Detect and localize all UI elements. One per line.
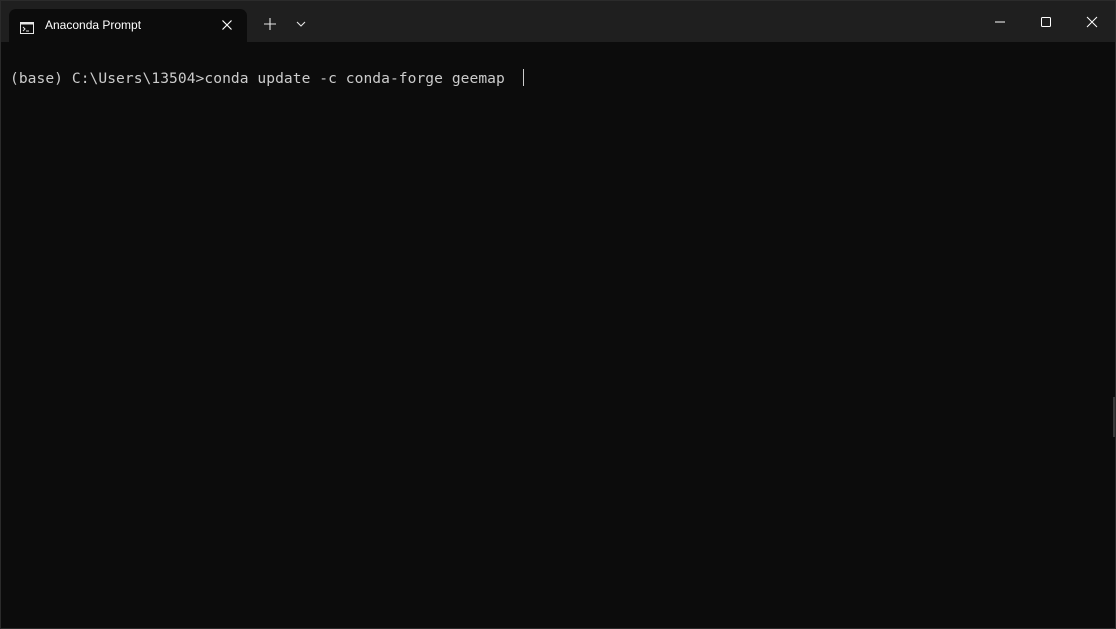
tab-anaconda-prompt[interactable]: Anaconda Prompt xyxy=(9,9,247,42)
command-line: (base) C:\Users\13504>conda update -c co… xyxy=(10,69,525,87)
new-tab-button[interactable] xyxy=(261,15,279,33)
terminal-area[interactable]: (base) C:\Users\13504>conda update -c co… xyxy=(1,42,1115,628)
terminal-icon xyxy=(20,19,34,34)
close-button[interactable] xyxy=(1069,1,1115,42)
minimize-button[interactable] xyxy=(977,1,1023,42)
command-text: conda update -c conda-forge geemap xyxy=(204,70,514,87)
prompt-text: (base) C:\Users\13504> xyxy=(10,70,205,87)
scrollbar[interactable] xyxy=(1113,397,1115,437)
maximize-icon xyxy=(1041,17,1051,27)
terminal-window: Anaconda Prompt (base) C:\Users\13504>co… xyxy=(0,0,1116,629)
minimize-icon xyxy=(995,21,1005,23)
maximize-button[interactable] xyxy=(1023,1,1069,42)
chevron-down-icon xyxy=(296,21,306,27)
plus-icon xyxy=(264,18,276,30)
tab-dropdown-button[interactable] xyxy=(293,16,309,32)
title-bar: Anaconda Prompt xyxy=(1,1,1115,42)
tab-close-icon[interactable] xyxy=(219,17,235,33)
tab-title: Anaconda Prompt xyxy=(45,18,142,32)
close-icon xyxy=(1086,16,1098,28)
text-cursor xyxy=(522,69,525,86)
